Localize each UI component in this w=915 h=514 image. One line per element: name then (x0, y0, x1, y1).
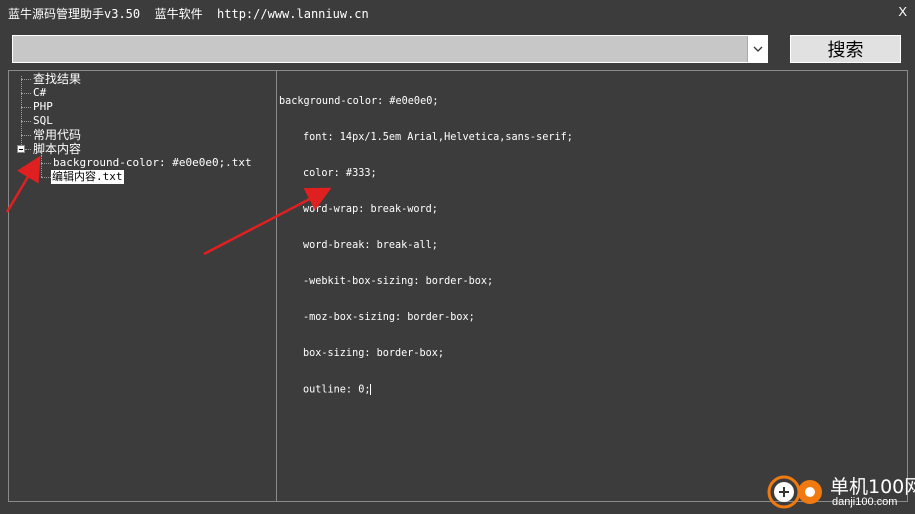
watermark: 单机100网 danji100.com (766, 472, 915, 512)
annotation-arrow (5, 155, 41, 213)
watermark-en: danji100.com (832, 496, 898, 508)
annotation-arrow (203, 187, 332, 256)
watermark-logo-icon (767, 475, 822, 509)
annotation-arrows (5, 155, 332, 256)
watermark-cn: 单机100网 (830, 476, 915, 498)
